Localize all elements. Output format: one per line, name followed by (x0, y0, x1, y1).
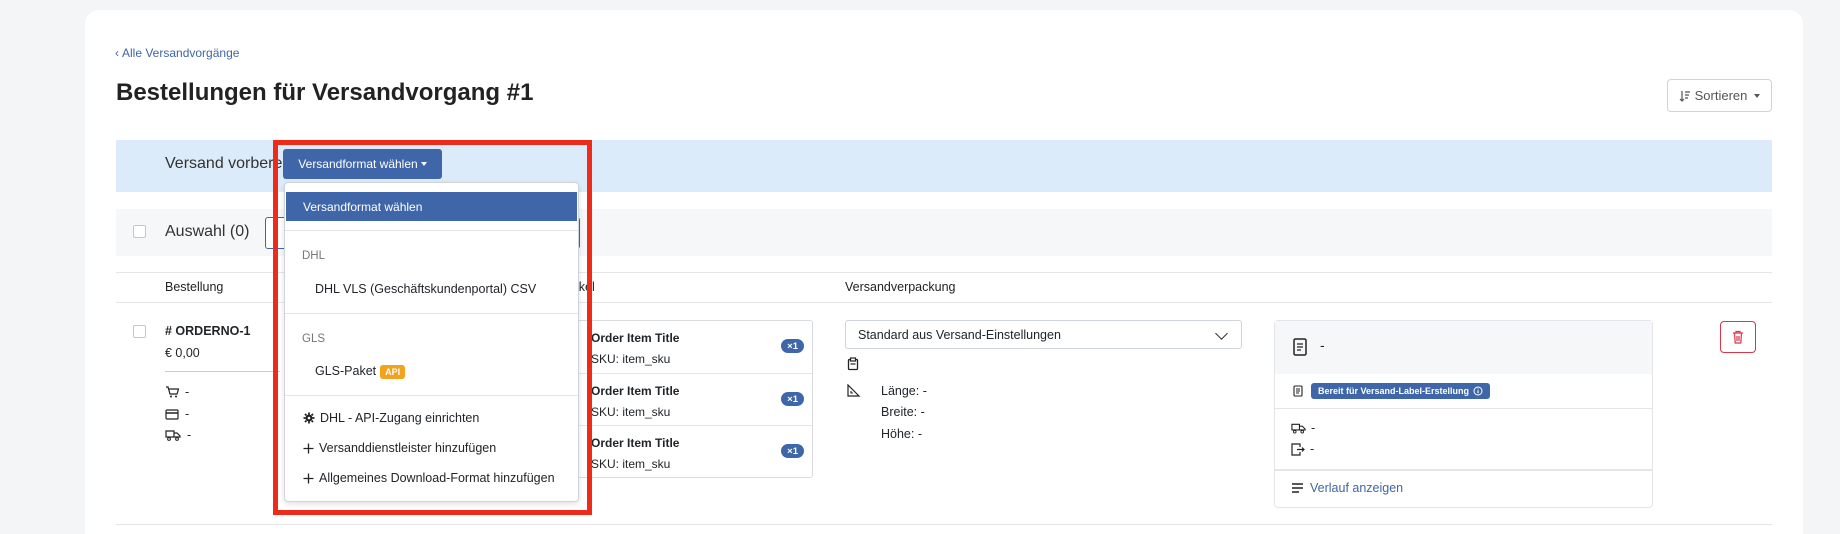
dimension-length: Länge: - (881, 384, 927, 398)
status-divider (1275, 408, 1652, 409)
shipping-status-card: - Bereit für Versand-Label-Erstellung - … (1274, 320, 1653, 508)
dhl-api-setup-label: DHL - API-Zugang einrichten (320, 411, 480, 425)
shipping-format-button[interactable]: Versandformat wählen (283, 149, 442, 179)
column-header-order: Bestellung (165, 280, 224, 294)
info-icon[interactable] (1473, 386, 1483, 396)
shipping-row: - (165, 428, 191, 442)
list-item: Order Item Title SKU: item_sku ×1 (561, 425, 812, 477)
dimension-height: Höhe: - (881, 427, 922, 441)
return-value: - (1310, 442, 1315, 456)
payment-row: - (165, 407, 189, 421)
cart-icon (165, 386, 179, 398)
cart-row: - (165, 385, 189, 399)
dropdown-item-gls-paket[interactable]: GLS-Paket API (315, 364, 406, 379)
credit-card-icon (165, 408, 179, 420)
plus-icon (303, 443, 314, 454)
list-icon (1291, 483, 1304, 493)
dropdown-divider (285, 395, 578, 396)
shipping-value: - (187, 428, 192, 442)
show-history-label: Verlauf anzeigen (1310, 481, 1404, 495)
item-title: Order Item Title (591, 384, 680, 398)
dropdown-item-dhl-vls-csv[interactable]: DHL VLS (Geschäftskundenportal) CSV (315, 282, 536, 296)
row-border-bottom (116, 524, 1772, 525)
return-row: - (1291, 442, 1314, 456)
item-title: Order Item Title (591, 436, 680, 450)
caret-down-icon (1754, 93, 1761, 98)
column-header-packaging: Versandverpackung (845, 280, 956, 294)
dropdown-item-add-download-format[interactable]: Allgemeines Download-Format hinzufügen (303, 471, 555, 485)
item-sku: SKU: item_sku (591, 457, 671, 471)
page-title: Bestellungen für Versandvorgang #1 (116, 79, 534, 106)
shipping-format-dropdown-menu: Versandformat wählen DHL DHL VLS (Geschä… (284, 182, 579, 502)
item-title: Order Item Title (591, 331, 680, 345)
document-small-icon (1293, 385, 1303, 397)
quantity-badge: ×1 (781, 392, 804, 406)
add-download-format-label: Allgemeines Download-Format hinzufügen (319, 471, 555, 485)
order-items-list: Order Item Title SKU: item_sku ×1 Order … (560, 320, 813, 478)
dropdown-header-gls: GLS (302, 333, 326, 345)
truck-icon (165, 429, 181, 441)
ruler-triangle-icon (847, 384, 861, 397)
item-sku: SKU: item_sku (591, 352, 671, 366)
back-link[interactable]: ‹ Alle Versandvorgänge (115, 46, 239, 60)
clipboard-icon (847, 357, 859, 371)
status-badge-label: Bereit für Versand-Label-Erstellung (1318, 386, 1470, 396)
cart-value: - (185, 385, 190, 399)
caret-down-icon (420, 162, 427, 166)
payment-value: - (185, 407, 190, 421)
status-row: Bereit für Versand-Label-Erstellung (1293, 383, 1491, 399)
gls-paket-label: GLS-Paket (315, 364, 377, 378)
dimension-width: Breite: - (881, 405, 925, 419)
truck-icon (1291, 422, 1306, 434)
add-carrier-label: Versanddienstleister hinzufügen (319, 441, 497, 455)
shipping-format-button-label: Versandformat wählen (298, 157, 418, 171)
tracking-row: - (1291, 421, 1315, 435)
packaging-select[interactable]: Standard aus Versand-Einstellungen (845, 320, 1242, 349)
plus-icon (303, 473, 314, 484)
dropdown-item-choose-format[interactable]: Versandformat wählen (286, 192, 577, 221)
chevron-down-icon (1215, 327, 1228, 340)
status-badge: Bereit für Versand-Label-Erstellung (1311, 383, 1491, 399)
dropdown-divider (285, 230, 578, 231)
tracking-value: - (1311, 421, 1316, 435)
order-divider (165, 371, 280, 372)
status-card-header: - (1275, 321, 1652, 374)
sort-icon (1679, 90, 1691, 102)
delete-button[interactable] (1720, 321, 1756, 353)
chevron-left-icon: ‹ (115, 46, 119, 60)
sort-button[interactable]: Sortieren (1667, 79, 1772, 112)
packaging-select-value: Standard aus Versand-Einstellungen (858, 327, 1061, 342)
dropdown-header-dhl: DHL (302, 250, 326, 262)
item-sku: SKU: item_sku (591, 405, 671, 419)
select-all-checkbox[interactable] (133, 225, 146, 238)
api-badge: API (380, 364, 406, 379)
gear-icon (303, 412, 315, 424)
return-document-icon (1291, 442, 1305, 456)
row-checkbox[interactable] (133, 325, 146, 338)
quantity-badge: ×1 (781, 444, 804, 458)
trash-icon (1732, 330, 1744, 344)
show-history-link[interactable]: Verlauf anzeigen (1291, 481, 1403, 495)
document-icon (1293, 338, 1307, 356)
document-value: - (1320, 337, 1325, 353)
back-link-label: Alle Versandvorgänge (122, 46, 240, 60)
order-number: # ORDERNO-1 (165, 324, 251, 338)
sort-label: Sortieren (1694, 88, 1748, 103)
selection-label: Auswahl (0) (165, 223, 250, 240)
dropdown-divider (285, 313, 578, 314)
order-price: € 0,00 (165, 346, 200, 360)
quantity-badge: ×1 (781, 339, 804, 353)
list-item: Order Item Title SKU: item_sku ×1 (561, 373, 812, 425)
dropdown-item-dhl-api-setup[interactable]: DHL - API-Zugang einrichten (303, 411, 479, 425)
dropdown-item-add-carrier[interactable]: Versanddienstleister hinzufügen (303, 441, 496, 455)
status-divider (1275, 469, 1652, 471)
list-item: Order Item Title SKU: item_sku ×1 (561, 321, 812, 373)
